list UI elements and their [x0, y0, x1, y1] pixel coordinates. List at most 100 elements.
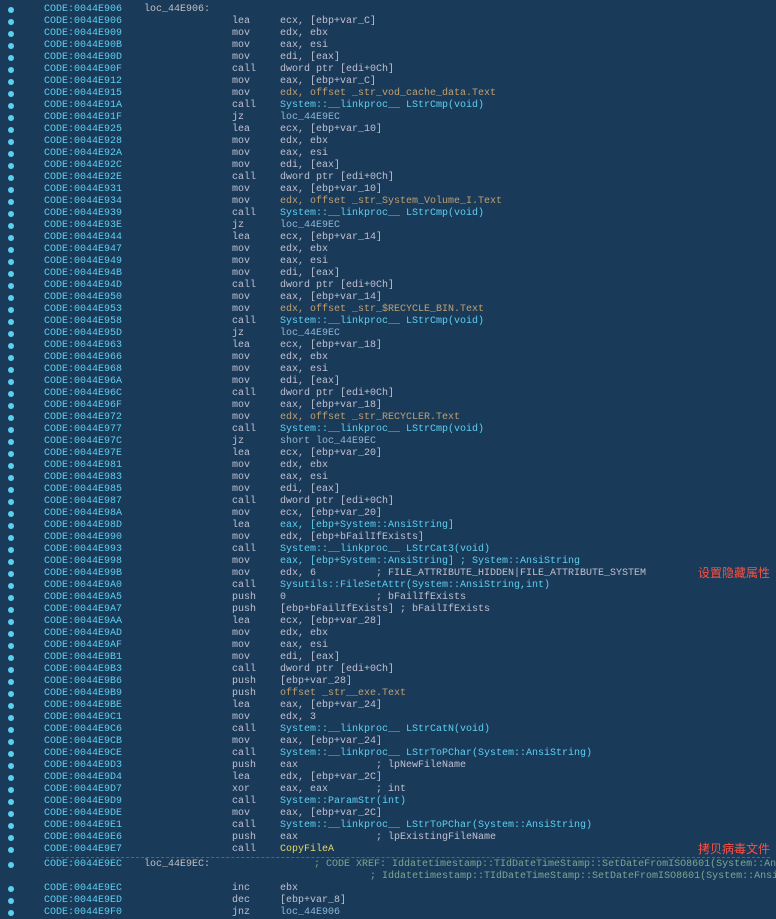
asm-line[interactable]: CODE:0044E9B1movedi, [eax]	[6, 652, 770, 664]
asm-line[interactable]: CODE:0044E96Fmoveax, [ebp+var_18]	[6, 400, 770, 412]
asm-line[interactable]: CODE:0044E9F0jnzloc_44E906	[6, 907, 770, 919]
asm-line[interactable]: CODE:0044E909movedx, ebx	[6, 28, 770, 40]
asm-line[interactable]: CODE:0044E9E1callSystem::__linkproc__ LS…	[6, 820, 770, 832]
asm-line[interactable]: CODE:0044E953movedx, offset _str_$RECYCL…	[6, 304, 770, 316]
breakpoint-dot-icon[interactable]	[8, 355, 14, 361]
asm-line[interactable]: CODE:0044E9A5push0 ; bFailIfExists	[6, 592, 770, 604]
breakpoint-dot-icon[interactable]	[8, 787, 14, 793]
asm-line[interactable]: CODE:0044E906loc_44E906:	[6, 4, 770, 16]
breakpoint-dot-icon[interactable]	[8, 55, 14, 61]
breakpoint-dot-icon[interactable]	[8, 151, 14, 157]
breakpoint-dot-icon[interactable]	[8, 175, 14, 181]
breakpoint-dot-icon[interactable]	[8, 427, 14, 433]
breakpoint-dot-icon[interactable]	[8, 910, 14, 916]
breakpoint-dot-icon[interactable]	[8, 379, 14, 385]
asm-line[interactable]: CODE:0044E97Cjzshort loc_44E9EC	[6, 436, 770, 448]
breakpoint-dot-icon[interactable]	[8, 523, 14, 529]
breakpoint-dot-icon[interactable]	[8, 235, 14, 241]
breakpoint-dot-icon[interactable]	[8, 7, 14, 13]
asm-line[interactable]: CODE:0044E9B3calldword ptr [edi+0Ch]	[6, 664, 770, 676]
asm-line[interactable]: CODE:0044E9D4leaedx, [ebp+var_2C]	[6, 772, 770, 784]
breakpoint-dot-icon[interactable]	[8, 43, 14, 49]
asm-line[interactable]: CODE:0044E912moveax, [ebp+var_C]	[6, 76, 770, 88]
asm-line[interactable]: CODE:0044E9CBmoveax, [ebp+var_24]	[6, 736, 770, 748]
breakpoint-dot-icon[interactable]	[8, 19, 14, 25]
asm-line[interactable]: CODE:0044E944leaecx, [ebp+var_14]	[6, 232, 770, 244]
asm-line[interactable]: CODE:0044E934movedx, offset _str_System_…	[6, 196, 770, 208]
asm-line[interactable]: CODE:0044E9CEcallSystem::__linkproc__ LS…	[6, 748, 770, 760]
asm-line[interactable]: CODE:0044E92Amoveax, esi	[6, 148, 770, 160]
asm-line[interactable]: CODE:0044E987calldword ptr [edi+0Ch]	[6, 496, 770, 508]
asm-line[interactable]: CODE:0044E968moveax, esi	[6, 364, 770, 376]
breakpoint-dot-icon[interactable]	[8, 67, 14, 73]
asm-line[interactable]: CODE:0044E9ECloc_44E9EC: ; CODE XREF: Id…	[6, 859, 770, 871]
breakpoint-dot-icon[interactable]	[8, 511, 14, 517]
breakpoint-dot-icon[interactable]	[8, 823, 14, 829]
asm-line[interactable]: CODE:0044E939callSystem::__linkproc__ LS…	[6, 208, 770, 220]
breakpoint-dot-icon[interactable]	[8, 547, 14, 553]
asm-line[interactable]: CODE:0044E9AAleaecx, [ebp+var_28]	[6, 616, 770, 628]
breakpoint-dot-icon[interactable]	[8, 655, 14, 661]
breakpoint-dot-icon[interactable]	[8, 667, 14, 673]
breakpoint-dot-icon[interactable]	[8, 451, 14, 457]
asm-line[interactable]: CODE:0044E9C1movedx, 3	[6, 712, 770, 724]
breakpoint-dot-icon[interactable]	[8, 643, 14, 649]
breakpoint-dot-icon[interactable]	[8, 811, 14, 817]
breakpoint-dot-icon[interactable]	[8, 607, 14, 613]
breakpoint-dot-icon[interactable]	[8, 631, 14, 637]
asm-line[interactable]: CODE:0044E96Amovedi, [eax]	[6, 376, 770, 388]
breakpoint-dot-icon[interactable]	[8, 691, 14, 697]
asm-line[interactable]: CODE:0044E950moveax, [ebp+var_14]	[6, 292, 770, 304]
asm-line[interactable]: CODE:0044E9ADmovedx, ebx	[6, 628, 770, 640]
asm-line[interactable]: CODE:0044E96Ccalldword ptr [edi+0Ch]	[6, 388, 770, 400]
breakpoint-dot-icon[interactable]	[8, 535, 14, 541]
breakpoint-dot-icon[interactable]	[8, 487, 14, 493]
asm-line[interactable]: CODE:0044E9AFmoveax, esi	[6, 640, 770, 652]
breakpoint-dot-icon[interactable]	[8, 391, 14, 397]
asm-line[interactable]: CODE:0044E92Ecalldword ptr [edi+0Ch]	[6, 172, 770, 184]
asm-line[interactable]: CODE:0044E931moveax, [ebp+var_10]	[6, 184, 770, 196]
asm-line[interactable]: CODE:0044E958callSystem::__linkproc__ LS…	[6, 316, 770, 328]
asm-line[interactable]: CODE:0044E9C6callSystem::__linkproc__ LS…	[6, 724, 770, 736]
asm-line[interactable]: CODE:0044E98Dleaeax, [ebp+System::AnsiSt…	[6, 520, 770, 532]
breakpoint-dot-icon[interactable]	[8, 319, 14, 325]
asm-line[interactable]: CODE:0044E9D9callSystem::ParamStr(int)	[6, 796, 770, 808]
breakpoint-dot-icon[interactable]	[8, 727, 14, 733]
breakpoint-dot-icon[interactable]	[8, 898, 14, 904]
asm-line[interactable]: CODE:0044E91Fjzloc_44E9EC	[6, 112, 770, 124]
asm-line[interactable]: CODE:0044E98Amovecx, [ebp+var_20]	[6, 508, 770, 520]
breakpoint-dot-icon[interactable]	[8, 271, 14, 277]
asm-line[interactable]: CODE:0044E93Ejzloc_44E9EC	[6, 220, 770, 232]
breakpoint-dot-icon[interactable]	[8, 886, 14, 892]
asm-line[interactable]: CODE:0044E9A7push[ebp+bFailIfExists] ; b…	[6, 604, 770, 616]
asm-line[interactable]: CODE:0044E9ECincebx	[6, 883, 770, 895]
breakpoint-dot-icon[interactable]	[8, 127, 14, 133]
asm-line[interactable]: CODE:0044E963leaecx, [ebp+var_18]	[6, 340, 770, 352]
asm-line[interactable]: CODE:0044E9D7xoreax, eax ; int	[6, 784, 770, 796]
breakpoint-dot-icon[interactable]	[8, 715, 14, 721]
breakpoint-dot-icon[interactable]	[8, 103, 14, 109]
asm-line[interactable]: CODE:0044E998moveax, [ebp+System::AnsiSt…	[6, 556, 770, 568]
asm-line[interactable]: CODE:0044E97Eleaecx, [ebp+var_20]	[6, 448, 770, 460]
asm-line[interactable]: CODE:0044E9E6pusheax ; lpExistingFileNam…	[6, 832, 770, 844]
breakpoint-dot-icon[interactable]	[8, 775, 14, 781]
breakpoint-dot-icon[interactable]	[8, 847, 14, 853]
asm-line[interactable]: CODE:0044E90Dmovedi, [eax]	[6, 52, 770, 64]
breakpoint-dot-icon[interactable]	[8, 475, 14, 481]
breakpoint-dot-icon[interactable]	[8, 91, 14, 97]
breakpoint-dot-icon[interactable]	[8, 247, 14, 253]
breakpoint-dot-icon[interactable]	[8, 739, 14, 745]
breakpoint-dot-icon[interactable]	[8, 343, 14, 349]
asm-line[interactable]: CODE:0044E972movedx, offset _str_RECYCLE…	[6, 412, 770, 424]
breakpoint-dot-icon[interactable]	[8, 187, 14, 193]
asm-line[interactable]: CODE:0044E90Fcalldword ptr [edi+0Ch]	[6, 64, 770, 76]
asm-line[interactable]: CODE:0044E90Bmoveax, esi	[6, 40, 770, 52]
asm-line[interactable]: CODE:0044E966movedx, ebx	[6, 352, 770, 364]
breakpoint-dot-icon[interactable]	[8, 79, 14, 85]
asm-line[interactable]: CODE:0044E9B6push[ebp+var_28]	[6, 676, 770, 688]
asm-line[interactable]: CODE:0044E915movedx, offset _str_vod_cac…	[6, 88, 770, 100]
asm-line[interactable]: CODE:0044E91AcallSystem::__linkproc__ LS…	[6, 100, 770, 112]
breakpoint-dot-icon[interactable]	[8, 583, 14, 589]
breakpoint-dot-icon[interactable]	[8, 799, 14, 805]
breakpoint-dot-icon[interactable]	[8, 403, 14, 409]
